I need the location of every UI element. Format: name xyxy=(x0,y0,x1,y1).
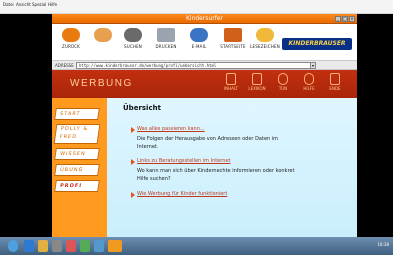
help-icon xyxy=(304,73,314,85)
printer-icon xyxy=(157,28,175,42)
search-label: SUCHEN xyxy=(124,44,142,49)
nav-inhalt-label: INHALT xyxy=(223,86,239,91)
email-button[interactable]: E-MAIL xyxy=(182,28,216,58)
nav-inhalt[interactable]: INHALT xyxy=(220,73,242,97)
print-button[interactable]: DRUCKEN xyxy=(149,28,183,58)
star-icon xyxy=(256,28,274,42)
media-icon[interactable] xyxy=(52,240,62,252)
arrow-bullet-icon xyxy=(131,192,135,198)
minimize-icon[interactable]: _ xyxy=(335,16,341,22)
maximize-icon[interactable]: □ xyxy=(342,16,348,22)
exit-door-icon xyxy=(330,73,340,85)
menu-item-ansicht[interactable]: Ansicht xyxy=(16,2,31,7)
window-titlebar: Kindersurfer _ □ × xyxy=(52,14,357,24)
menu-item-hilfe[interactable]: Hilfe xyxy=(48,2,57,7)
brand-logo: KINDERBRAUSER xyxy=(282,38,352,50)
taskbar: 16:38 xyxy=(0,237,393,255)
page-title: Übersicht xyxy=(123,104,161,112)
search-button[interactable]: SUCHEN xyxy=(116,28,150,58)
link-was-alles[interactable]: Was alles passieren kann... xyxy=(137,126,297,132)
browser-toolbar: ZURÜCK SUCHEN DRUCKEN E-MAIL STARTSEITE … xyxy=(52,24,357,60)
sidebar-item-polly-fred[interactable]: POLLY & FRED xyxy=(53,124,101,144)
start-orb-icon[interactable] xyxy=(8,240,18,252)
clock: 16:38 xyxy=(377,242,389,247)
sidebar: START POLLY & FRED WISSEN ÜBUNG PROFI xyxy=(52,98,107,254)
arrow-bullet-icon xyxy=(131,127,135,133)
nav-hilfe-label: HILFE xyxy=(303,86,315,91)
menu-item-spezial[interactable]: Spezial xyxy=(32,2,46,7)
content-pane: Übersicht Was alles passieren kann... Di… xyxy=(107,98,357,254)
book-icon xyxy=(252,73,262,85)
list-item: Links zu Beratungsstellen im Internet Wo… xyxy=(131,158,307,183)
folder-icon[interactable] xyxy=(38,240,48,252)
app-icon[interactable] xyxy=(94,240,104,252)
section-title: WERBUNG xyxy=(70,78,133,89)
menu-item-datei[interactable]: Datei xyxy=(3,2,14,7)
home-button[interactable]: STARTSEITE xyxy=(216,28,250,58)
browser-window: Kindersurfer _ □ × ZURÜCK SUCHEN DRUCKEN… xyxy=(52,14,357,254)
kindersurfer-task-icon[interactable] xyxy=(108,240,122,252)
address-input[interactable]: http://www.kinderbrauser.de/werbung/prof… xyxy=(76,62,312,69)
sidebar-item-wissen[interactable]: WISSEN xyxy=(54,148,100,160)
nav-ende-label: ENDE xyxy=(329,86,341,91)
ie-icon[interactable] xyxy=(24,240,34,252)
dropdown-arrow-icon[interactable]: ▾ xyxy=(310,62,316,69)
sidebar-item-uebung[interactable]: ÜBUNG xyxy=(54,164,100,176)
nav-hilfe[interactable]: HILFE xyxy=(298,73,320,97)
section-header: WERBUNG INHALT LEXIKON TUN HILFE ENDE xyxy=(52,70,357,98)
back-button[interactable]: ZURÜCK xyxy=(54,28,88,58)
address-bar: ADRESSE http://www.kinderbrauser.de/werb… xyxy=(52,60,357,70)
back-arrow-icon xyxy=(62,28,80,42)
sidebar-item-start[interactable]: START xyxy=(54,108,100,120)
forward-button[interactable] xyxy=(88,28,118,58)
item-description: Die Folgen der Herausgabe von Adressen o… xyxy=(137,136,279,150)
nav-lexikon[interactable]: LEXIKON xyxy=(246,73,268,97)
nav-tun-label: TUN xyxy=(278,86,288,91)
list-item: Was alles passieren kann... Die Folgen d… xyxy=(131,126,297,151)
app-icon[interactable] xyxy=(80,240,90,252)
address-label: ADRESSE xyxy=(55,63,74,68)
app-icon[interactable] xyxy=(66,240,76,252)
back-label: ZURÜCK xyxy=(62,44,80,49)
close-icon[interactable]: × xyxy=(349,16,355,22)
nav-lexikon-label: LEXIKON xyxy=(248,86,266,91)
email-label: E-MAIL xyxy=(191,44,207,49)
sidebar-item-profi[interactable]: PROFI xyxy=(54,180,100,192)
globe-icon xyxy=(278,73,288,85)
link-wie-werbung[interactable]: Wie Werbung für Kinder funktioniert xyxy=(137,191,307,197)
nav-tun[interactable]: TUN xyxy=(272,73,294,97)
window-title: Kindersurfer xyxy=(185,15,224,22)
nav-ende[interactable]: ENDE xyxy=(324,73,346,97)
bookmarks-label: LESEZEICHEN xyxy=(250,44,280,49)
item-description: Wo kann man sich über Kindernechte infor… xyxy=(137,168,295,182)
home-icon xyxy=(224,28,242,42)
list-icon xyxy=(226,73,236,85)
mail-icon xyxy=(190,28,208,42)
forward-arrow-icon xyxy=(94,28,112,42)
home-label: STARTSEITE xyxy=(220,44,246,49)
arrow-bullet-icon xyxy=(131,159,135,165)
host-menubar: Datei Ansicht Spezial Hilfe xyxy=(0,0,393,14)
print-label: DRUCKEN xyxy=(155,44,177,49)
list-item: Wie Werbung für Kinder funktioniert xyxy=(131,191,307,198)
binoculars-icon xyxy=(124,28,142,42)
bookmarks-button[interactable]: LESEZEICHEN xyxy=(248,28,282,58)
link-beratungsstellen[interactable]: Links zu Beratungsstellen im Internet xyxy=(137,158,307,164)
